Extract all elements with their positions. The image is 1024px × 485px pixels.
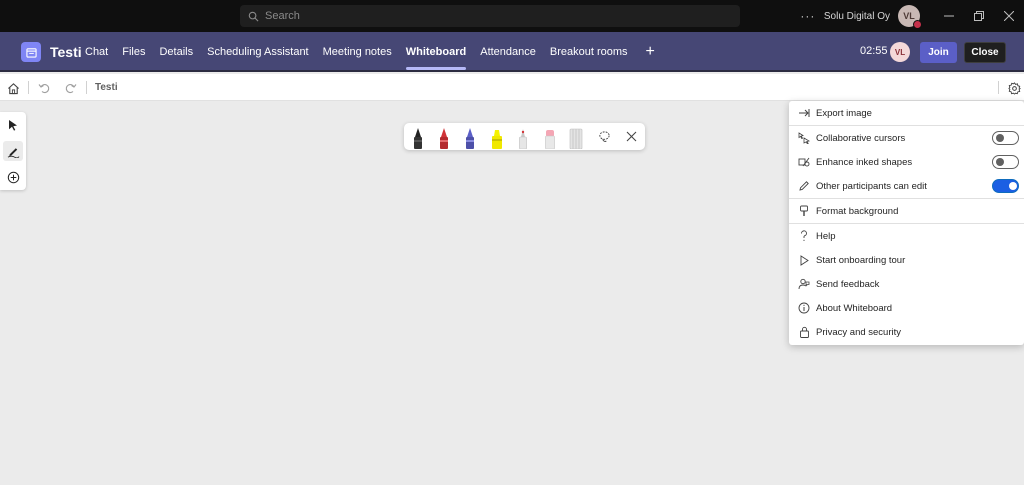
meeting-tabs: Chat Files Details Scheduling Assistant … (85, 32, 655, 72)
ink-tray (404, 123, 645, 150)
menu-item-label: Collaborative cursors (816, 132, 906, 144)
search-placeholder: Search (265, 10, 300, 22)
organization-name[interactable]: Solu Digital Oy (824, 11, 890, 22)
inking-tool-icon[interactable] (3, 141, 23, 161)
tab-attendance[interactable]: Attendance (480, 32, 536, 72)
tab-breakout-rooms[interactable]: Breakout rooms (550, 32, 628, 72)
menu-item-label: Export image (816, 107, 872, 119)
more-options-icon[interactable]: ··· (800, 9, 816, 23)
cursors-icon (797, 131, 811, 145)
toolbar-divider (28, 81, 29, 94)
pencil-icon (797, 179, 811, 193)
calendar-icon (21, 42, 41, 62)
menu-item-label: Other participants can edit (816, 180, 927, 192)
black-pen-icon[interactable] (411, 127, 425, 149)
export-icon (797, 106, 811, 120)
whiteboard-toolbar: Testi (0, 74, 1024, 101)
participants-can-edit-toggle[interactable] (992, 179, 1019, 193)
settings-gear-icon[interactable] (1006, 80, 1022, 96)
redo-icon[interactable] (63, 80, 79, 96)
tool-palette (0, 112, 26, 190)
blue-pen-icon[interactable] (463, 127, 477, 149)
ruler-icon[interactable] (569, 127, 583, 149)
red-pen-icon[interactable] (437, 127, 451, 149)
menu-item-help[interactable]: Help (789, 224, 1024, 248)
toggle-knob (1009, 182, 1017, 190)
profile-initials: VL (903, 11, 915, 21)
collaborative-cursors-toggle[interactable] (992, 131, 1019, 145)
menu-item-privacy-security[interactable]: Privacy and security (789, 320, 1024, 344)
toolbar-divider (86, 81, 87, 94)
brush-icon (797, 204, 811, 218)
home-icon[interactable] (5, 80, 21, 96)
menu-item-enhance-inked-shapes[interactable]: Enhance inked shapes (789, 150, 1024, 174)
meeting-timer: 02:55 (860, 45, 888, 57)
meeting-title: Testi (50, 44, 82, 60)
join-button[interactable]: Join (920, 42, 957, 63)
toolbar-divider (998, 81, 999, 94)
menu-item-onboarding-tour[interactable]: Start onboarding tour (789, 248, 1024, 272)
menu-item-participants-can-edit[interactable]: Other participants can edit (789, 174, 1024, 198)
eraser-icon[interactable] (543, 127, 557, 149)
whiteboard-name[interactable]: Testi (95, 82, 118, 93)
highlighter-icon[interactable] (490, 127, 504, 149)
menu-item-collaborative-cursors[interactable]: Collaborative cursors (789, 126, 1024, 150)
menu-item-label: Start onboarding tour (816, 254, 906, 266)
close-button[interactable]: Close (964, 42, 1006, 63)
tab-files[interactable]: Files (122, 32, 145, 72)
profile-avatar[interactable]: VL (898, 5, 922, 29)
tab-details[interactable]: Details (159, 32, 193, 72)
feedback-icon (797, 277, 811, 291)
title-bar: Search ··· Solu Digital Oy VL (0, 0, 1024, 32)
toggle-knob (996, 158, 1004, 166)
tab-scheduling-assistant[interactable]: Scheduling Assistant (207, 32, 309, 72)
tab-chat[interactable]: Chat (85, 32, 108, 72)
select-tool-icon[interactable] (3, 115, 23, 135)
menu-item-label: About Whiteboard (816, 302, 893, 314)
info-icon (797, 301, 811, 315)
menu-item-label: Help (816, 230, 836, 242)
search-icon (248, 11, 259, 21)
play-icon (797, 253, 811, 267)
menu-item-send-feedback[interactable]: Send feedback (789, 272, 1024, 296)
shapes-icon (797, 155, 811, 169)
toggle-knob (996, 134, 1004, 142)
search-box[interactable]: Search (240, 5, 740, 27)
window-close-icon[interactable] (994, 0, 1024, 32)
menu-item-format-background[interactable]: Format background (789, 199, 1024, 223)
add-content-icon[interactable] (3, 167, 23, 187)
minimize-icon[interactable] (934, 0, 964, 32)
help-icon (797, 229, 811, 243)
tab-whiteboard[interactable]: Whiteboard (405, 32, 466, 72)
menu-item-about-whiteboard[interactable]: About Whiteboard (789, 296, 1024, 320)
participant-avatar[interactable]: VL (890, 42, 910, 62)
enhance-inked-shapes-toggle[interactable] (992, 155, 1019, 169)
undo-icon[interactable] (36, 80, 52, 96)
tab-meeting-notes[interactable]: Meeting notes (323, 32, 392, 72)
lock-icon (797, 325, 811, 339)
menu-item-label: Privacy and security (816, 326, 902, 338)
meeting-header: Testi Chat Files Details Scheduling Assi… (0, 32, 1024, 72)
whiteboard-settings-menu: Export image Collaborative cursors Enhan… (789, 101, 1024, 345)
menu-item-export-image[interactable]: Export image (789, 101, 1024, 125)
busy-status-icon (913, 20, 922, 29)
menu-item-label: Send feedback (816, 278, 880, 290)
lasso-select-icon[interactable] (598, 130, 611, 143)
close-tray-icon[interactable] (626, 131, 637, 142)
laser-pointer-icon[interactable] (516, 127, 530, 149)
menu-item-label: Format background (816, 205, 899, 217)
menu-item-label: Enhance inked shapes (816, 156, 913, 168)
restore-icon[interactable] (964, 0, 994, 32)
add-tab-icon[interactable]: + (646, 43, 655, 61)
